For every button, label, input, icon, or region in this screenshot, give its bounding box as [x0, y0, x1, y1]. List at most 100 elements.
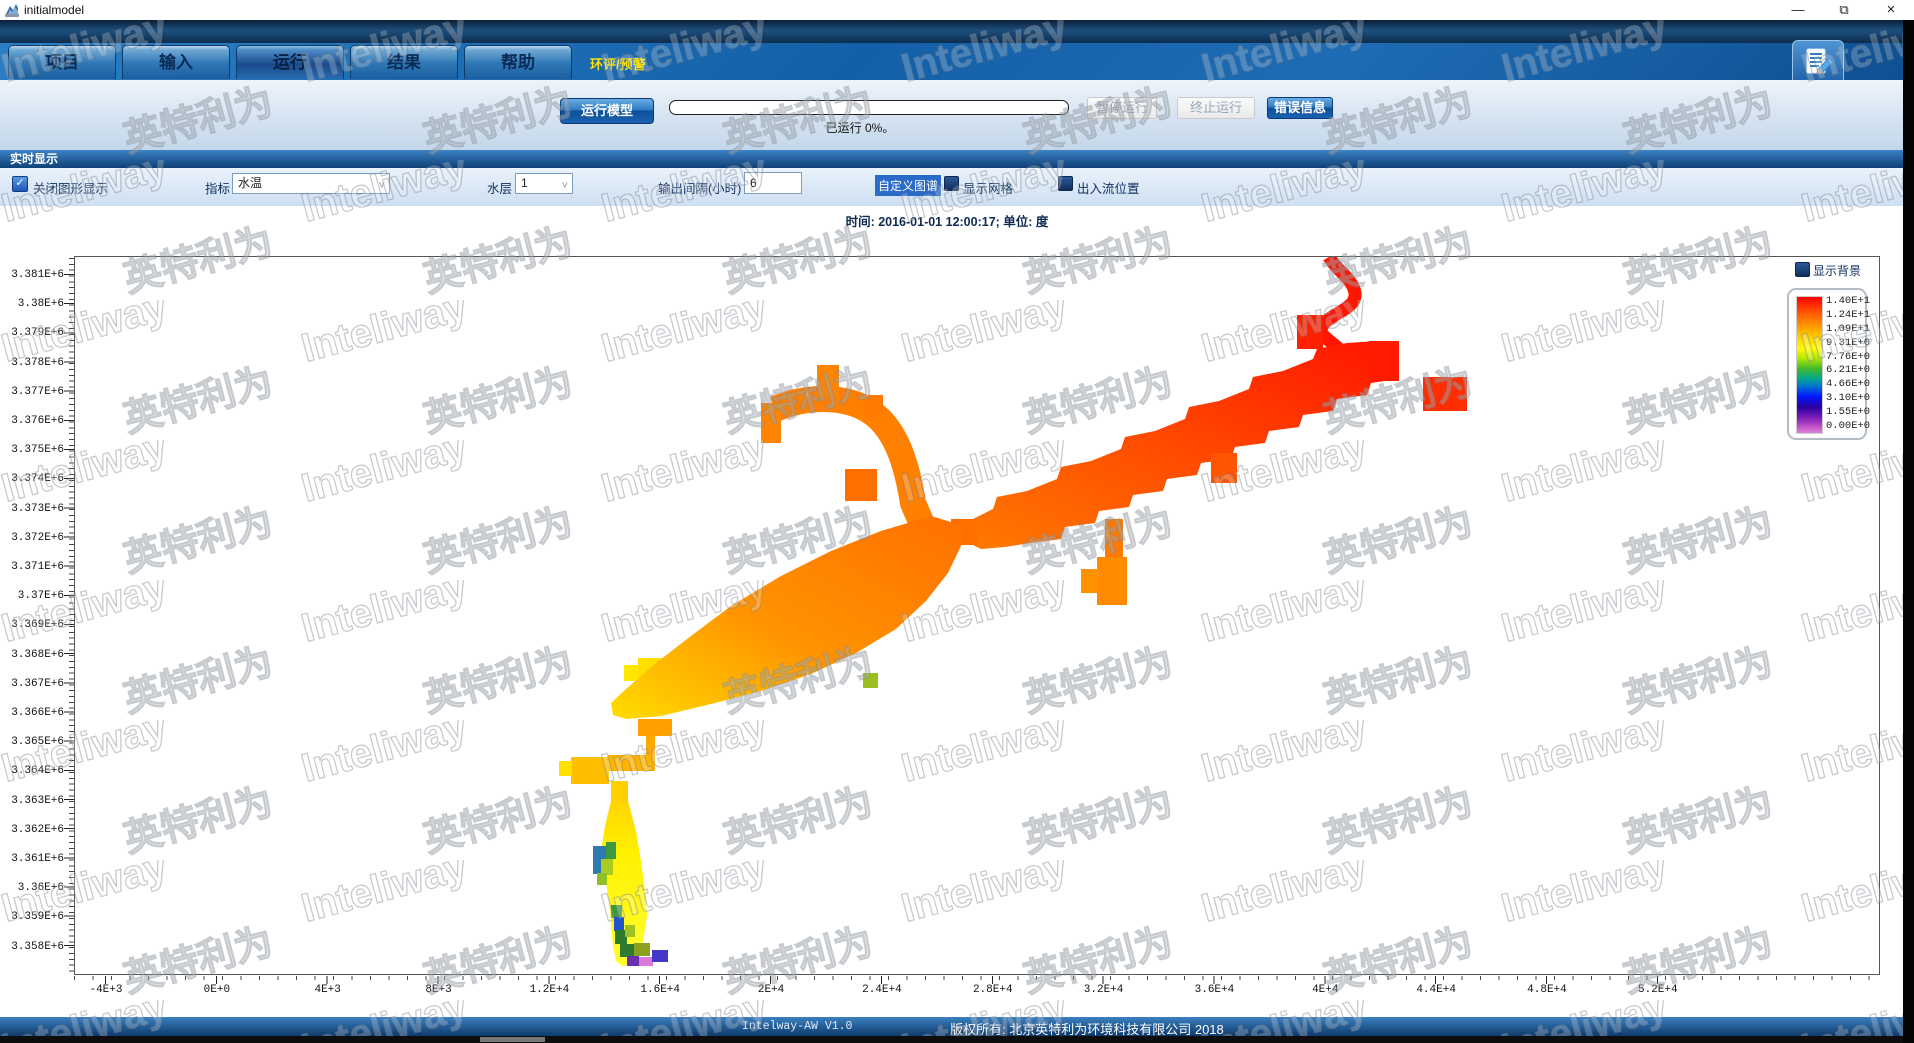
- x-tick-label: 0E+0: [185, 984, 249, 996]
- app-window: initialmodel — ⧉ × 项目 输入 运行 结果 帮助 环评/预警 …: [0, 0, 1914, 1043]
- y-tick-label: 3.368E+6: [4, 649, 64, 661]
- time-unit-caption: 时间: 2016-01-01 12:00:17; 单位: 度: [737, 211, 1157, 230]
- y-tick-label: 3.371E+6: [4, 561, 64, 573]
- y-tick-label: 3.366E+6: [4, 707, 64, 719]
- color-legend-values: 1.40E+1 1.24E+1 1.09E+1 9.31E+0 7.76E+0 …: [1826, 296, 1866, 432]
- layer-label: 水层: [487, 178, 512, 197]
- x-tick-label: 3.2E+4: [1072, 984, 1136, 996]
- error-info-button[interactable]: 错误信息: [1267, 97, 1333, 119]
- tab-input[interactable]: 输入: [122, 45, 230, 79]
- tab-project[interactable]: 项目: [8, 45, 116, 79]
- map-northeast-branch: [761, 365, 925, 531]
- inout-flow-checkbox[interactable]: [1058, 176, 1073, 191]
- color-legend-gradient: [1796, 296, 1823, 434]
- chevron-down-icon: ˅: [562, 177, 568, 196]
- y-tick-label: 3.362E+6: [4, 824, 64, 836]
- close-button[interactable]: ×: [1874, 0, 1908, 20]
- y-tick-label: 3.38E+6: [4, 298, 64, 310]
- interval-input[interactable]: 6: [744, 172, 802, 194]
- y-tick-label: 3.367E+6: [4, 678, 64, 690]
- progress-caption: 已运行 0%。: [795, 119, 925, 136]
- y-tick-label: 3.364E+6: [4, 765, 64, 777]
- realtime-section-header: 实时显示: [0, 150, 1903, 168]
- map-lake-body: [611, 516, 964, 719]
- run-model-button[interactable]: 运行模型: [560, 98, 654, 124]
- x-tick-label: -4E+3: [74, 984, 138, 996]
- legend-value: 3.10E+0: [1826, 393, 1866, 404]
- show-grid-label: 显示网格: [963, 178, 1013, 197]
- indicator-select[interactable]: 水温 ˅: [232, 173, 390, 194]
- top-accent-band: [0, 20, 1903, 43]
- y-tick-label: 3.377E+6: [4, 386, 64, 398]
- close-graph-label: 关闭图形显示: [33, 178, 108, 197]
- x-tick-label: 3.6E+4: [1182, 984, 1246, 996]
- terminate-run-button[interactable]: 终止运行: [1177, 97, 1255, 119]
- map-southwest-channel: [559, 719, 672, 803]
- tab-run[interactable]: 运行: [236, 45, 344, 79]
- custom-legend-link[interactable]: 自定义图谱: [875, 175, 941, 196]
- layer-select[interactable]: 1 ˅: [515, 173, 573, 194]
- y-tick-label: 3.361E+6: [4, 853, 64, 865]
- y-tick-label: 3.381E+6: [4, 269, 64, 281]
- x-tick-label: 5.2E+4: [1626, 984, 1690, 996]
- y-tick-label: 3.363E+6: [4, 795, 64, 807]
- y-axis-major-ticks: [64, 274, 74, 950]
- legend-value: 1.09E+1: [1826, 324, 1866, 335]
- layer-value: 1: [521, 176, 528, 190]
- pause-run-button[interactable]: 暂停运行: [1087, 97, 1157, 119]
- y-tick-label: 3.358E+6: [4, 941, 64, 953]
- tab-bar: 项目 输入 运行 结果 帮助 环评/预警: [0, 43, 1903, 80]
- progress-bar: [669, 100, 1069, 115]
- tab-result[interactable]: 结果: [350, 45, 458, 79]
- map-south-arm: [593, 801, 668, 967]
- x-tick-label: 2E+4: [739, 984, 803, 996]
- y-tick-label: 3.373E+6: [4, 503, 64, 515]
- x-tick-label: 2.4E+4: [850, 984, 914, 996]
- show-background-checkbox[interactable]: [1795, 262, 1810, 277]
- x-tick-label: 4E+4: [1293, 984, 1357, 996]
- app-icon: [5, 3, 19, 17]
- legend-value: 4.66E+0: [1826, 379, 1866, 390]
- show-grid-checkbox[interactable]: [944, 176, 959, 191]
- legend-value: 1.55E+0: [1826, 407, 1866, 418]
- y-tick-label: 3.369E+6: [4, 619, 64, 631]
- legend-value: 0.00E+0: [1826, 421, 1866, 432]
- close-graph-checkbox[interactable]: ✓: [12, 176, 28, 192]
- x-tick-label: 8E+3: [407, 984, 471, 996]
- x-axis-labels: -4E+3 0E+0 4E+3 8E+3 1.2E+4 1.6E+4 2E+4 …: [74, 984, 1690, 996]
- document-pencil-icon: [1800, 45, 1836, 81]
- x-axis-major-ticks: [105, 976, 1661, 984]
- interval-label: 输出间隔(小时): [658, 178, 741, 197]
- y-tick-label: 3.374E+6: [4, 473, 64, 485]
- y-axis-labels: 3.381E+6 3.38E+6 3.379E+6 3.378E+6 3.377…: [4, 269, 64, 953]
- y-tick-label: 3.376E+6: [4, 415, 64, 427]
- taskbar-notch: [480, 1037, 545, 1042]
- x-tick-label: 2.8E+4: [961, 984, 1025, 996]
- y-tick-label: 3.375E+6: [4, 444, 64, 456]
- tab-help[interactable]: 帮助: [464, 45, 572, 79]
- show-background-label: 显示背景: [1813, 262, 1861, 279]
- x-tick-label: 4.4E+4: [1404, 984, 1468, 996]
- y-tick-label: 3.379E+6: [4, 327, 64, 339]
- map-heatmap[interactable]: [75, 257, 1879, 974]
- status-bar: Intelway-AW V1.0 版权所有: 北京英特利为环境科技有限公司 20…: [0, 1017, 1914, 1036]
- x-tick-label: 1.6E+4: [628, 984, 692, 996]
- x-tick-label: 4E+3: [296, 984, 360, 996]
- x-tick-label: 1.2E+4: [517, 984, 581, 996]
- app-version: Intelway-AW V1.0: [742, 1020, 852, 1033]
- y-tick-label: 3.36E+6: [4, 882, 64, 894]
- legend-value: 6.21E+0: [1826, 365, 1866, 376]
- restore-button[interactable]: ⧉: [1827, 0, 1861, 20]
- legend-value: 1.40E+1: [1826, 296, 1866, 307]
- title-bar: initialmodel — ⧉ ×: [0, 0, 1914, 21]
- indicator-value: 水温: [238, 176, 262, 190]
- legend-value: 9.31E+0: [1826, 338, 1866, 349]
- minimize-button[interactable]: —: [1781, 0, 1815, 20]
- window-title: initialmodel: [24, 3, 84, 17]
- plot-area: [74, 256, 1880, 975]
- y-tick-label: 3.37E+6: [4, 590, 64, 602]
- eia-warning-label: 环评/预警: [590, 54, 646, 73]
- y-tick-label: 3.359E+6: [4, 911, 64, 923]
- y-tick-label: 3.365E+6: [4, 736, 64, 748]
- indicator-label: 指标: [205, 178, 230, 197]
